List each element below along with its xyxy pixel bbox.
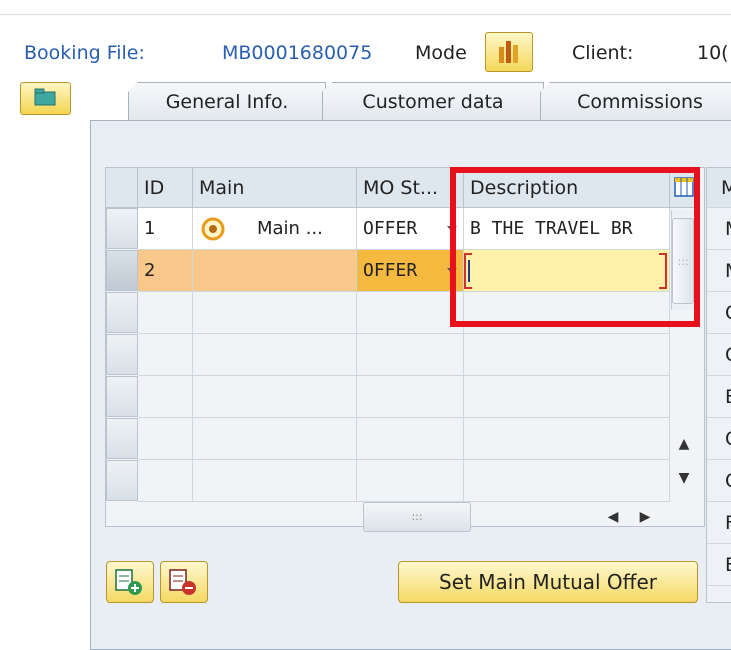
row-selector[interactable] <box>106 376 138 417</box>
side-cell[interactable]: F <box>707 502 731 544</box>
row-selector[interactable] <box>106 250 138 291</box>
empty-cell[interactable] <box>357 292 464 334</box>
empty-cell[interactable] <box>138 460 193 502</box>
main-label: Main ... <box>257 218 323 239</box>
column-header-mo-status[interactable]: MO St... <box>357 168 464 208</box>
scroll-left-icon[interactable]: ◀ <box>603 507 623 527</box>
side-cell[interactable]: C <box>707 334 731 376</box>
empty-cell[interactable] <box>464 418 670 460</box>
add-row-button[interactable] <box>106 561 154 603</box>
side-column-header: M <box>707 168 731 208</box>
scroll-right-icon[interactable]: ▶ <box>635 507 655 527</box>
cell-main[interactable] <box>193 250 357 292</box>
side-cell[interactable]: C <box>707 460 731 502</box>
scroll-down-icon[interactable]: ▼ <box>674 468 694 488</box>
select-all-corner[interactable] <box>106 168 138 208</box>
folder-button[interactable] <box>20 82 71 115</box>
tab-general-info[interactable]: General Info. <box>128 82 326 120</box>
empty-cell[interactable] <box>357 334 464 376</box>
column-header-id[interactable]: ID <box>138 168 193 208</box>
empty-cell[interactable] <box>193 376 357 418</box>
empty-cell[interactable] <box>138 334 193 376</box>
empty-cell[interactable] <box>193 460 357 502</box>
delete-row-button[interactable] <box>160 561 208 603</box>
scroll-up-icon[interactable]: ▲ <box>674 434 694 454</box>
delete-row-icon <box>169 569 196 595</box>
cell-mo-status-dropdown[interactable]: OFFER <box>357 208 464 250</box>
top-bar <box>0 0 731 15</box>
cell-id[interactable]: 1 <box>138 208 193 250</box>
empty-cell[interactable] <box>464 376 670 418</box>
tab-commissions[interactable]: Commissions <box>540 82 731 120</box>
row-selector[interactable] <box>106 292 138 333</box>
side-cell[interactable]: E <box>707 544 731 586</box>
row-selector[interactable] <box>106 418 138 459</box>
row-selector[interactable] <box>106 460 138 501</box>
bar-chart-icon <box>499 41 518 63</box>
empty-cell[interactable] <box>138 418 193 460</box>
tab-customer-data[interactable]: Customer data <box>322 82 544 120</box>
side-cell[interactable]: M <box>707 208 731 250</box>
mo-status-value: OFFER <box>363 260 418 281</box>
empty-cell[interactable] <box>464 334 670 376</box>
mo-status-value: OFFER <box>363 218 418 239</box>
column-header-main[interactable]: Main <box>193 168 357 208</box>
row-selector[interactable] <box>106 334 138 375</box>
empty-cell[interactable] <box>357 460 464 502</box>
highlight-box <box>450 167 700 327</box>
cell-main[interactable]: Main ... <box>193 208 357 250</box>
set-main-mutual-offer-button[interactable]: Set Main Mutual Offer <box>398 561 698 603</box>
cell-mo-status-dropdown[interactable]: OFFER <box>357 250 464 292</box>
cell-id[interactable]: 2 <box>138 250 193 292</box>
side-cell[interactable]: C <box>707 292 731 334</box>
side-cell[interactable]: C <box>707 418 731 460</box>
booking-file-value[interactable]: MB0001680075 <box>222 40 372 66</box>
empty-cell[interactable] <box>357 418 464 460</box>
side-cell[interactable]: E <box>707 376 731 418</box>
empty-cell[interactable] <box>193 418 357 460</box>
horizontal-scrollbar-thumb[interactable]: ::: <box>363 502 471 532</box>
empty-cell[interactable] <box>193 334 357 376</box>
client-label: Client: <box>572 42 634 64</box>
booking-file-label: Booking File: <box>24 42 145 64</box>
add-row-icon <box>115 569 142 595</box>
empty-cell[interactable] <box>357 376 464 418</box>
radio-selected-icon[interactable] <box>201 217 225 241</box>
empty-cell[interactable] <box>464 460 670 502</box>
empty-cell[interactable] <box>193 292 357 334</box>
empty-cell[interactable] <box>138 292 193 334</box>
row-selector[interactable] <box>106 208 138 249</box>
mode-label: Mode <box>415 42 467 64</box>
mode-button[interactable] <box>485 32 533 72</box>
folder-icon <box>34 88 56 106</box>
side-cell[interactable]: M <box>707 250 731 292</box>
client-value: 10( <box>697 42 729 64</box>
empty-cell[interactable] <box>138 376 193 418</box>
